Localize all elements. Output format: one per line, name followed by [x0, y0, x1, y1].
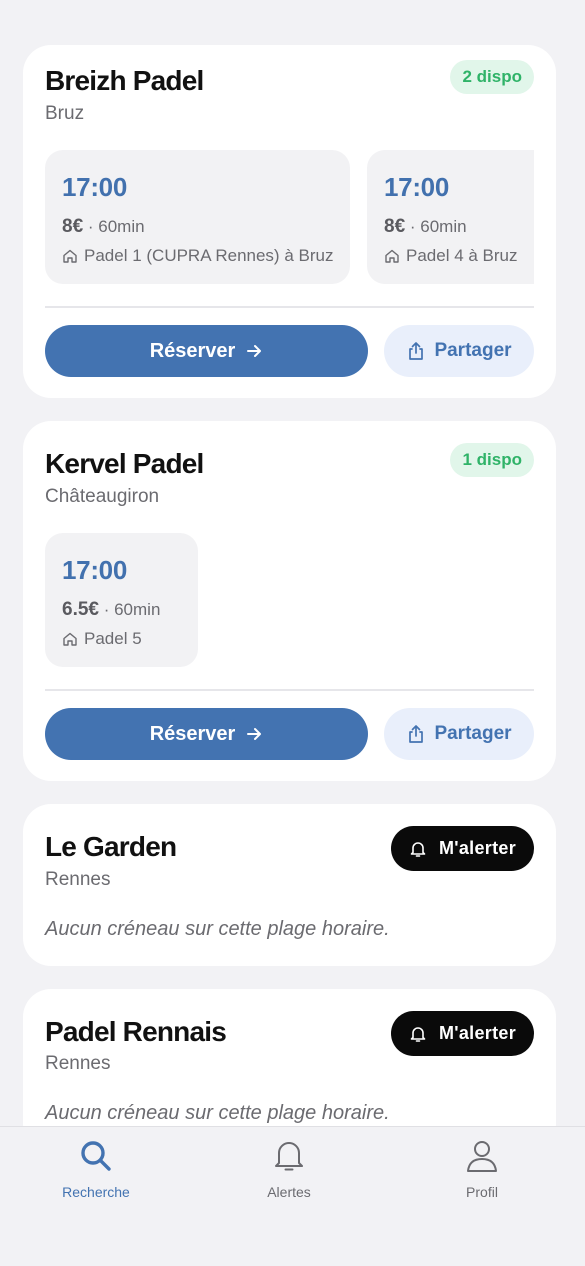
club-card-breizh-padel: Breizh Padel Bruz 2 dispo 17:00 8€ · 60m… — [23, 45, 556, 398]
slot-price-line: 8€ · 60min — [62, 216, 145, 238]
slot-duration: · 60min — [103, 600, 161, 619]
empty-message: Aucun créneau sur cette plage horaire. — [45, 1102, 390, 1124]
divider — [45, 306, 534, 308]
slot-price: 8€ — [62, 216, 84, 237]
club-city: Châteaugiron — [45, 486, 160, 507]
club-name: Breizh Padel — [45, 65, 204, 96]
tab-recherche[interactable]: Recherche — [26, 1135, 166, 1205]
bell-icon — [410, 841, 426, 857]
home-icon — [63, 249, 77, 263]
club-name: Kervel Padel — [45, 448, 204, 479]
share-button[interactable]: Partager — [384, 325, 534, 377]
slot-duration: · 60min — [409, 217, 467, 236]
alert-label: M'alerter — [438, 1023, 516, 1043]
arrow-right-icon — [247, 345, 262, 357]
slot-card[interactable]: 17:00 8€ · 60min Padel 1 (CUPRA Rennes) … — [45, 150, 350, 284]
home-icon — [63, 632, 77, 646]
arrow-right-icon — [247, 728, 262, 740]
reserve-label: Réserver — [149, 722, 236, 745]
slot-carousel[interactable]: 17:00 8€ · 60min Padel 1 (CUPRA Rennes) … — [45, 150, 534, 284]
share-label: Partager — [434, 723, 512, 744]
slot-price-line: 8€ · 60min — [384, 216, 467, 238]
slot-court: Padel 1 (CUPRA Rennes) à Bruz — [84, 246, 334, 265]
slot-court-line: Padel 5 — [62, 629, 142, 649]
slot-duration: · 60min — [87, 217, 145, 236]
alert-button[interactable]: M'alerter — [391, 1011, 534, 1056]
divider — [45, 689, 534, 691]
share-button[interactable]: Partager — [384, 708, 534, 760]
alert-label: M'alerter — [438, 838, 516, 858]
reserve-label: Réserver — [149, 339, 236, 362]
bell-icon — [275, 1142, 303, 1171]
slot-court: Padel 5 — [84, 629, 142, 648]
reserve-button[interactable]: Réserver — [45, 708, 368, 760]
share-icon — [409, 725, 424, 743]
results-list[interactable]: Breizh Padel Bruz 2 dispo 17:00 8€ · 60m… — [0, 0, 585, 1126]
club-city: Rennes — [45, 1053, 111, 1074]
alert-button[interactable]: M'alerter — [391, 826, 534, 871]
slot-time: 17:00 — [62, 172, 127, 202]
tab-profil[interactable]: Profil — [412, 1135, 552, 1205]
slot-price: 8€ — [384, 216, 406, 237]
empty-message: Aucun créneau sur cette plage horaire. — [45, 918, 390, 940]
club-name: Le Garden — [45, 831, 177, 862]
slot-time: 17:00 — [384, 172, 449, 202]
slot-court: Padel 4 à Bruz — [406, 246, 518, 265]
club-card-kervel-padel: Kervel Padel Châteaugiron 1 dispo 17:00 … — [23, 421, 556, 781]
tab-label: Profil — [466, 1184, 498, 1200]
slot-court-line: Padel 4 à Bruz — [384, 246, 518, 266]
tab-alertes[interactable]: Alertes — [219, 1135, 359, 1205]
reserve-button[interactable]: Réserver — [45, 325, 368, 377]
share-icon — [409, 342, 424, 360]
slot-card[interactable]: 17:00 8€ · 60min Padel 4 à Bruz — [367, 150, 534, 284]
availability-badge: 2 dispo — [450, 60, 534, 94]
home-icon — [385, 249, 399, 263]
tab-bar: Recherche Alertes Profil — [0, 1126, 585, 1266]
club-card-le-garden: Le Garden Rennes M'alerter Aucun créneau… — [23, 804, 556, 966]
availability-badge: 1 dispo — [450, 443, 534, 477]
slot-carousel[interactable]: 17:00 6.5€ · 60min Padel 5 — [45, 533, 534, 667]
club-city: Bruz — [45, 103, 85, 124]
slot-card[interactable]: 17:00 6.5€ · 60min Padel 5 — [45, 533, 198, 667]
slot-time: 17:00 — [62, 555, 127, 585]
search-icon — [81, 1141, 111, 1171]
club-card-padel-rennais: Padel Rennais Rennes M'alerter Aucun cré… — [23, 989, 556, 1126]
slot-court-line: Padel 1 (CUPRA Rennes) à Bruz — [62, 246, 333, 266]
tab-label: Recherche — [62, 1184, 130, 1200]
user-icon — [467, 1141, 497, 1172]
club-city: Rennes — [45, 869, 111, 890]
bell-icon — [410, 1026, 426, 1042]
share-label: Partager — [434, 340, 512, 361]
slot-price: 6.5€ — [62, 599, 99, 620]
slot-price-line: 6.5€ · 60min — [62, 599, 160, 621]
club-name: Padel Rennais — [45, 1016, 227, 1047]
tab-label: Alertes — [267, 1184, 311, 1200]
